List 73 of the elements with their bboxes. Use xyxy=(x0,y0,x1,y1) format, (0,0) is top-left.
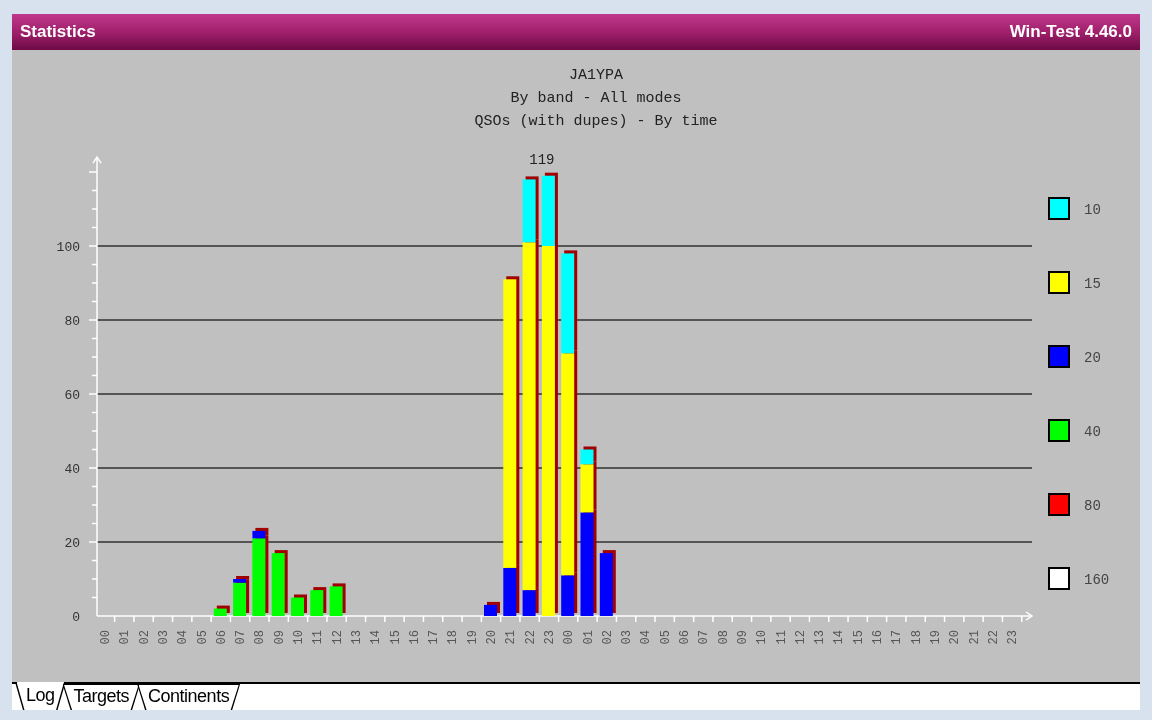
x-tick-label: 17 xyxy=(427,630,442,645)
x-tick-label: 02 xyxy=(600,630,615,645)
x-tick-label: 16 xyxy=(407,630,422,645)
x-tick-label: 08 xyxy=(253,630,268,645)
legend-label: 40 xyxy=(1084,424,1101,440)
x-tick-label: 15 xyxy=(851,630,866,645)
x-tick-label: 01 xyxy=(581,630,596,645)
y-tick-label: 100 xyxy=(56,240,80,255)
x-tick-label: 13 xyxy=(349,630,364,645)
y-tick-label: 20 xyxy=(64,536,80,551)
bar-segment xyxy=(291,597,304,616)
legend-label: 10 xyxy=(1084,202,1101,218)
x-tick-label: 14 xyxy=(369,630,384,645)
x-tick-label: 11 xyxy=(311,630,326,645)
legend-label: 160 xyxy=(1084,572,1110,588)
x-tick-label: 19 xyxy=(465,630,480,645)
x-tick-label: 03 xyxy=(156,630,171,645)
x-tick-label: 21 xyxy=(504,630,519,645)
bar-segment xyxy=(310,590,324,616)
x-tick-label: 03 xyxy=(620,630,635,645)
x-tick-label: 02 xyxy=(137,630,152,645)
x-tick-label: 05 xyxy=(195,630,210,645)
x-tick-label: 04 xyxy=(639,630,654,645)
x-tick-label: 18 xyxy=(909,630,924,645)
x-tick-label: 18 xyxy=(446,630,461,645)
legend-label: 20 xyxy=(1084,350,1101,366)
x-tick-label: 12 xyxy=(330,630,345,645)
x-tick-label: 04 xyxy=(176,630,191,645)
chart-subtitle: QSOs (with dupes) - By time xyxy=(474,113,718,130)
x-tick-label: 14 xyxy=(832,630,847,645)
y-tick-label: 60 xyxy=(64,388,80,403)
x-tick-label: 07 xyxy=(234,630,249,645)
x-tick-label: 07 xyxy=(697,630,712,645)
x-tick-label: 09 xyxy=(272,630,287,645)
x-tick-label: 20 xyxy=(948,630,963,645)
bar-segment xyxy=(213,608,227,616)
x-tick-label: 06 xyxy=(678,630,692,645)
bar-segment xyxy=(484,604,497,616)
legend-label: 80 xyxy=(1084,498,1101,514)
x-tick-label: 10 xyxy=(755,630,770,645)
x-tick-label: 00 xyxy=(562,630,577,645)
app-version: Win-Test 4.46.0 xyxy=(1009,22,1132,42)
x-tick-label: 23 xyxy=(542,630,557,645)
y-tick-label: 40 xyxy=(64,462,80,477)
x-tick-label: 16 xyxy=(871,630,885,645)
x-tick-label: 00 xyxy=(99,630,113,645)
x-tick-label: 06 xyxy=(214,630,229,645)
y-tick-label: 0 xyxy=(72,610,80,625)
bar-value-label: 119 xyxy=(529,151,555,168)
x-tick-label: 22 xyxy=(523,630,538,645)
x-tick-label: 20 xyxy=(485,630,499,645)
x-tick-label: 11 xyxy=(774,630,789,645)
x-tick-label: 08 xyxy=(716,630,731,645)
x-tick-label: 17 xyxy=(890,630,905,645)
y-tick-label: 80 xyxy=(64,314,80,329)
x-tick-label: 09 xyxy=(735,630,750,645)
legend-label: 15 xyxy=(1084,276,1101,292)
bar-segment xyxy=(599,553,613,616)
chart-subtitle: By band - All modes xyxy=(510,90,682,107)
x-tick-label: 13 xyxy=(813,630,828,645)
bar-segment xyxy=(271,553,285,616)
x-tick-label: 23 xyxy=(1006,630,1021,645)
window-title: Statistics xyxy=(20,22,96,42)
x-tick-label: 12 xyxy=(793,630,808,645)
x-tick-label: 19 xyxy=(928,630,943,645)
x-tick-label: 05 xyxy=(658,630,673,645)
x-tick-label: 15 xyxy=(388,630,403,645)
bar-segment xyxy=(329,586,343,616)
chart-title: JA1YPA xyxy=(569,67,623,84)
x-tick-label: 01 xyxy=(118,630,133,645)
x-tick-label: 22 xyxy=(986,630,1001,645)
x-tick-label: 10 xyxy=(292,630,306,645)
x-tick-label: 21 xyxy=(967,630,982,645)
